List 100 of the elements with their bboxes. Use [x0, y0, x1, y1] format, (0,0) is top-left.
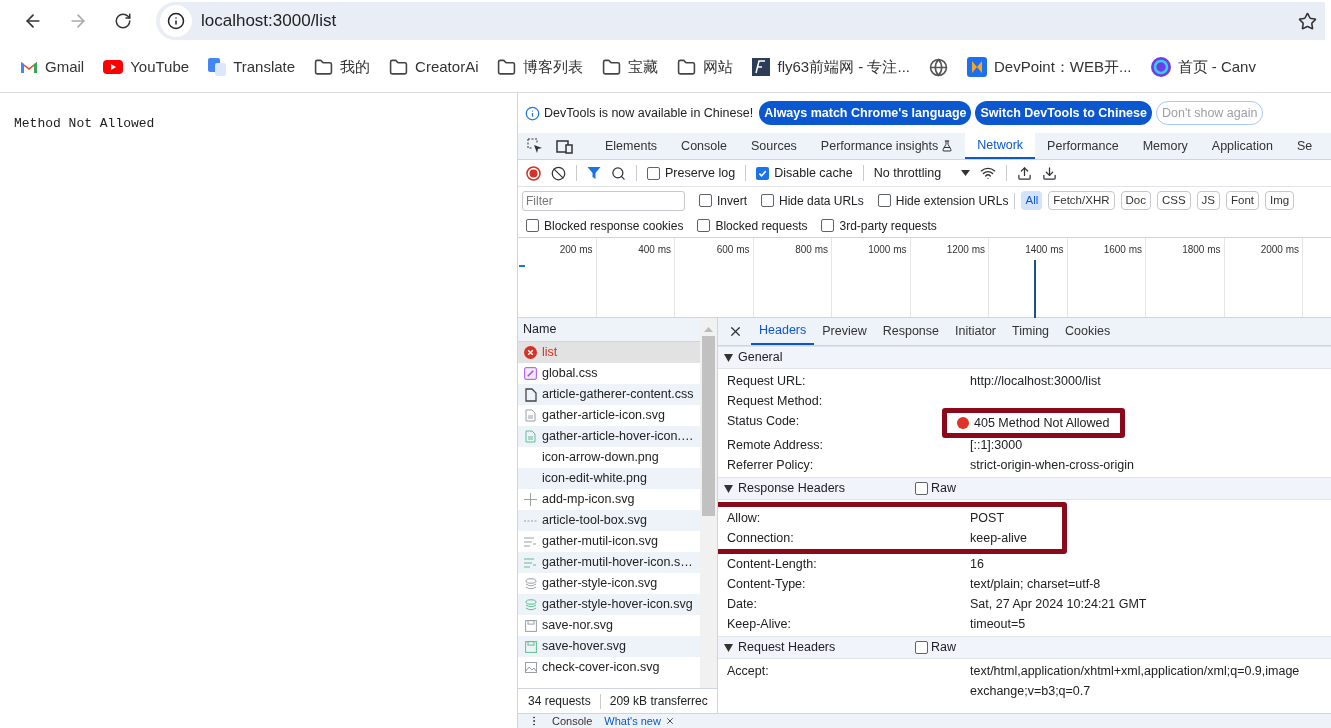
checkbox-label[interactable]: Hide extension URLs	[895, 191, 1009, 210]
timeline-overview[interactable]: 200 ms 400 ms 600 ms 800 ms 1000 ms 1200 ms 1400 ms 1600 ms 1800 ms 2000 ms	[518, 238, 1331, 318]
detail-tab[interactable]: Initiator	[947, 318, 1004, 345]
bookmark[interactable]: DevPoint：WEB开...	[967, 55, 1132, 79]
timeline-tick-label: 1800 ms	[1182, 243, 1221, 255]
drawer-tab[interactable]: What's new	[604, 713, 675, 728]
bookmark[interactable]: 博客列表	[497, 55, 584, 79]
network-conditions-icon[interactable]	[980, 165, 997, 181]
throttling-select[interactable]: No throttling	[873, 163, 971, 183]
devtools-tab[interactable]: Console	[669, 133, 739, 159]
detail-tab[interactable]: Timing	[1004, 318, 1058, 345]
bookmark-star-icon[interactable]	[1298, 11, 1317, 31]
checkbox-label[interactable]: Raw	[931, 638, 956, 657]
infobar-button[interactable]: Switch DevTools to Chinese	[975, 101, 1152, 125]
devtools-tab[interactable]: Performance	[1035, 133, 1131, 159]
request-row[interactable]: icon-edit-white.png	[518, 468, 700, 489]
globe-icon[interactable]	[929, 57, 948, 77]
type-filter-chip[interactable]: Doc	[1120, 191, 1151, 210]
scrollbar[interactable]	[700, 318, 717, 688]
type-filter-chip[interactable]: All	[1021, 191, 1043, 210]
type-filter-chip[interactable]: JS	[1196, 191, 1221, 210]
clear-icon[interactable]	[551, 165, 566, 181]
download-icon[interactable]	[1042, 165, 1058, 181]
devtools-tab[interactable]: Elements	[593, 133, 670, 159]
infobar-button[interactable]: Always match Chrome's language	[759, 101, 972, 125]
section-title[interactable]: Response Headers	[738, 479, 910, 498]
request-row[interactable]: list	[518, 342, 700, 363]
close-icon[interactable]	[664, 715, 675, 726]
bookmark[interactable]: CreatorAi	[389, 55, 479, 79]
bookmark[interactable]: 网站	[677, 55, 734, 79]
column-header[interactable]: Name	[518, 318, 700, 342]
expand-triangle-icon[interactable]	[724, 353, 733, 362]
checkbox[interactable]	[761, 194, 774, 207]
devtools-tab[interactable]: Se	[1285, 133, 1325, 159]
detail-tab[interactable]: Response	[874, 318, 947, 345]
inspect-element-icon[interactable]	[527, 138, 543, 154]
devtools-tab[interactable]: Performance insights	[808, 133, 966, 159]
checkbox[interactable]	[697, 219, 711, 232]
request-row[interactable]: gather-mutil-hover-icon.s…	[518, 552, 700, 573]
drawer-tab[interactable]: Console	[552, 714, 593, 728]
expand-triangle-icon[interactable]	[724, 484, 733, 493]
filter-field[interactable]: Filter	[522, 190, 685, 211]
bookmark[interactable]: YouTube	[103, 55, 190, 79]
checkbox[interactable]	[821, 219, 835, 232]
request-row[interactable]: article-tool-box.svg	[518, 510, 700, 531]
search-icon[interactable]	[611, 165, 626, 181]
checkbox-label[interactable]: Disable cache	[774, 163, 853, 183]
close-icon[interactable]	[728, 324, 743, 339]
upload-icon[interactable]	[1017, 165, 1033, 181]
type-filter-chip[interactable]: Fetch/XHR	[1048, 191, 1115, 210]
stop-recording-icon[interactable]	[526, 165, 541, 181]
request-name: gather-article-hover-icon.…	[542, 428, 694, 446]
file-icon	[525, 409, 536, 422]
request-row[interactable]: save-hover.svg	[518, 636, 700, 657]
request-count: 34 requests	[528, 693, 591, 710]
type-filter-chip[interactable]: Font	[1226, 191, 1260, 210]
checkbox-label[interactable]: Invert	[717, 191, 747, 210]
checkbox-label[interactable]: Hide data URLs	[779, 191, 864, 210]
header-value: exchange;v=b3;q=0.7	[970, 683, 1092, 700]
detail-tab[interactable]: Preview	[814, 318, 875, 345]
header-value: http://localhost:3000/list	[970, 373, 1101, 390]
devtools-tab[interactable]: Application	[1199, 133, 1285, 159]
devtools-tab[interactable]: Sources	[739, 133, 809, 159]
checkbox[interactable]	[526, 219, 539, 232]
devtools-tab[interactable]: Network	[965, 133, 1036, 159]
type-filter-chip[interactable]: Img	[1265, 191, 1295, 210]
type-filter-chip[interactable]: CSS	[1156, 191, 1191, 210]
checkbox-label[interactable]: Blocked response cookies	[544, 216, 684, 235]
checkbox[interactable]	[915, 482, 928, 495]
filter-icon[interactable]	[587, 166, 601, 180]
request-row[interactable]: article-gatherer-content.css	[518, 384, 700, 405]
reload-icon[interactable]	[114, 12, 132, 30]
bookmark[interactable]: 宝藏	[602, 55, 659, 79]
request-row[interactable]: gather-style-hover-icon.svg	[518, 594, 700, 615]
site-info-icon[interactable]	[160, 5, 192, 37]
device-toolbar-icon[interactable]	[556, 138, 573, 154]
checkbox-label[interactable]: 3rd-party requests	[839, 216, 937, 235]
bookmark[interactable]: Translate	[208, 55, 296, 79]
bookmark[interactable]: 首页 - Canv	[1150, 55, 1256, 79]
request-name: list	[542, 344, 558, 362]
checkbox-label[interactable]: Blocked requests	[715, 216, 808, 235]
checkbox[interactable]	[915, 641, 928, 654]
request-name: article-gatherer-content.css	[542, 386, 694, 404]
bookmark[interactable]: Gmail	[20, 55, 85, 79]
bookmark[interactable]: 我的	[314, 55, 371, 79]
devtools-tab[interactable]: Memory	[1130, 133, 1200, 159]
bookmark[interactable]: fly63前端网 - 专注...	[752, 55, 910, 79]
section-title[interactable]: Request Headers	[738, 638, 910, 657]
checkbox[interactable]	[699, 194, 712, 207]
request-row[interactable]: gather-article-hover-icon.…	[518, 426, 700, 447]
expand-triangle-icon[interactable]	[724, 643, 733, 652]
circle-logo-icon	[1150, 57, 1171, 77]
detail-tab[interactable]: Cookies	[1057, 318, 1119, 345]
checkbox-label[interactable]: Raw	[931, 479, 956, 498]
address-bar[interactable]: localhost:3000/list	[156, 2, 1325, 40]
header-value: POST	[970, 510, 1005, 527]
checkbox[interactable]	[647, 166, 660, 180]
checkbox-label[interactable]: Preserve log	[665, 163, 736, 183]
checkbox[interactable]	[756, 166, 770, 180]
checkbox[interactable]	[877, 194, 891, 207]
